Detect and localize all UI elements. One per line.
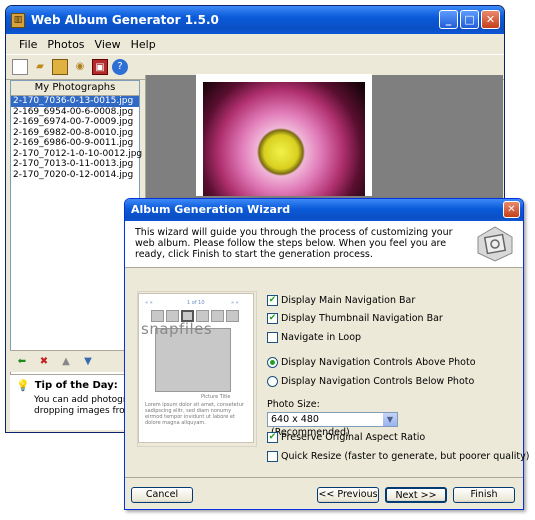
save-icon[interactable] (52, 59, 68, 75)
main-nav-checkbox[interactable]: ✔ (267, 295, 278, 306)
photo-list-item[interactable]: 2-169_6974-00-7-0009.jpg (11, 117, 139, 128)
controls-above-radio[interactable] (267, 357, 278, 368)
photo-list: 2-170_7036-0-13-0015.jpg 2-169_6954-00-6… (11, 96, 142, 181)
tip-title: Tip of the Day: (34, 380, 118, 391)
tip-text-line-1: You can add photograp (34, 395, 138, 405)
option-preserve-ratio[interactable]: ✔ Preserve Original Aspect Ratio (267, 432, 425, 443)
option-thumb-nav[interactable]: ✔ Display Thumbnail Navigation Bar (267, 313, 443, 324)
flower-photo (203, 82, 365, 196)
preview-nav-right: » » (231, 300, 239, 306)
photo-list-item[interactable]: 2-169_6982-00-8-0010.jpg (11, 128, 139, 139)
chevron-down-icon[interactable]: ▼ (383, 413, 397, 426)
maximize-button[interactable]: □ (460, 10, 479, 29)
minimize-button[interactable]: _ (439, 10, 458, 29)
tip-text-line-2: dropping images from (34, 406, 134, 416)
watermark: snapfiles (141, 320, 213, 338)
photo-list-item[interactable]: 2-170_7013-0-11-0013.jpg (11, 159, 139, 170)
window-controls: _ □ ✕ (439, 10, 500, 29)
wizard-header: This wizard will guide you through the p… (125, 221, 523, 268)
cancel-button[interactable]: Cancel (131, 487, 193, 503)
menu-file[interactable]: File (14, 38, 42, 51)
option-controls-below[interactable]: Display Navigation Controls Below Photo (267, 376, 474, 387)
preview-description: Lorem ipsum dolor sit amet, consetetur s… (145, 402, 244, 426)
album-generation-wizard: Album Generation Wizard ✕ This wizard wi… (124, 198, 529, 510)
photo-list-title: My Photographs (11, 81, 139, 96)
quick-resize-label: Quick Resize (faster to generate, but po… (281, 451, 530, 462)
option-main-nav[interactable]: ✔ Display Main Navigation Bar (267, 295, 415, 306)
help-icon[interactable]: ? (112, 59, 128, 75)
add-photo-icon[interactable]: ⬅ (14, 354, 30, 370)
next-button[interactable]: Next >> (385, 487, 447, 503)
wizard-logo-icon (477, 226, 513, 262)
lightbulb-icon: 💡 (16, 379, 30, 392)
wizard-footer-divider (125, 477, 523, 479)
photo-list-item[interactable]: 2-170_7020-0-12-0014.jpg (11, 170, 139, 181)
preview-caption: Picture Title (201, 394, 231, 400)
option-controls-above[interactable]: Display Navigation Controls Above Photo (267, 357, 476, 368)
window-title: Web Album Generator 1.5.0 (31, 13, 219, 27)
move-down-icon[interactable]: ▼ (80, 354, 96, 370)
menu-photos[interactable]: Photos (42, 38, 89, 51)
thumb-nav-checkbox[interactable]: ✔ (267, 313, 278, 324)
preserve-ratio-label: Preserve Original Aspect Ratio (281, 432, 426, 443)
photo-size-select[interactable]: 640 x 480 (Recommended) ▼ (267, 412, 398, 438)
photo-list-item[interactable]: 2-169_6954-00-6-0008.jpg (11, 107, 139, 118)
preview-nav-center: 1 of 10 (187, 300, 205, 306)
photo-list-item[interactable]: 2-170_7036-0-13-0015.jpg (11, 96, 139, 107)
controls-above-label: Display Navigation Controls Above Photo (281, 357, 476, 368)
loop-checkbox[interactable] (267, 332, 278, 343)
options-icon[interactable]: ◉ (72, 59, 88, 75)
photo-list-item[interactable]: 2-170_7012-1-0-10-0012.jpg (11, 149, 142, 160)
wizard-close-button[interactable]: ✕ (503, 201, 520, 218)
previous-button[interactable]: << Previous (317, 487, 379, 503)
thumb-nav-label: Display Thumbnail Navigation Bar (281, 313, 443, 324)
new-album-icon[interactable] (12, 59, 28, 75)
wizard-intro-text: This wizard will guide you through the p… (135, 227, 453, 260)
preview-nav-left: « « (145, 300, 153, 306)
generate-album-icon[interactable]: ▣ (92, 59, 108, 75)
tip-header: 💡 Tip of the Day: (16, 379, 138, 392)
option-loop[interactable]: Navigate in Loop (267, 332, 361, 343)
open-folder-icon[interactable]: ▰ (32, 59, 48, 75)
wizard-title: Album Generation Wizard (131, 203, 291, 216)
preview-thumbnail (211, 310, 224, 322)
remove-photo-icon[interactable]: ✖ (36, 354, 52, 370)
photo-list-toolbar: ⬅ ✖ ▲ ▼ (10, 350, 138, 372)
tip-of-the-day: 💡 Tip of the Day: You can add photograp … (10, 374, 138, 430)
layout-preview: « « 1 of 10 » » Picture Title Lorem ipsu… (138, 293, 254, 443)
photo-list-item[interactable]: 2-169_6986-00-9-0011.jpg (11, 138, 139, 149)
loop-label: Navigate in Loop (281, 332, 362, 343)
menu-bar: File Photos View Help (6, 34, 504, 54)
controls-below-radio[interactable] (267, 376, 278, 387)
close-button[interactable]: ✕ (481, 10, 500, 29)
option-quick-resize[interactable]: Quick Resize (faster to generate, but po… (267, 451, 529, 462)
quick-resize-checkbox[interactable] (267, 451, 278, 462)
wizard-titlebar[interactable]: Album Generation Wizard ✕ (125, 199, 523, 221)
main-nav-label: Display Main Navigation Bar (281, 295, 416, 306)
preserve-ratio-checkbox[interactable]: ✔ (267, 432, 278, 443)
main-titlebar[interactable]: ▥ Web Album Generator 1.5.0 _ □ ✕ (6, 6, 504, 34)
move-up-icon[interactable]: ▲ (58, 354, 74, 370)
menu-help[interactable]: Help (126, 38, 161, 51)
app-icon: ▥ (11, 12, 25, 28)
menu-view[interactable]: View (90, 38, 126, 51)
controls-below-label: Display Navigation Controls Below Photo (281, 376, 475, 387)
finish-button[interactable]: Finish (453, 487, 515, 503)
photo-size-label: Photo Size: (267, 399, 320, 410)
preview-thumbnail (226, 310, 239, 322)
